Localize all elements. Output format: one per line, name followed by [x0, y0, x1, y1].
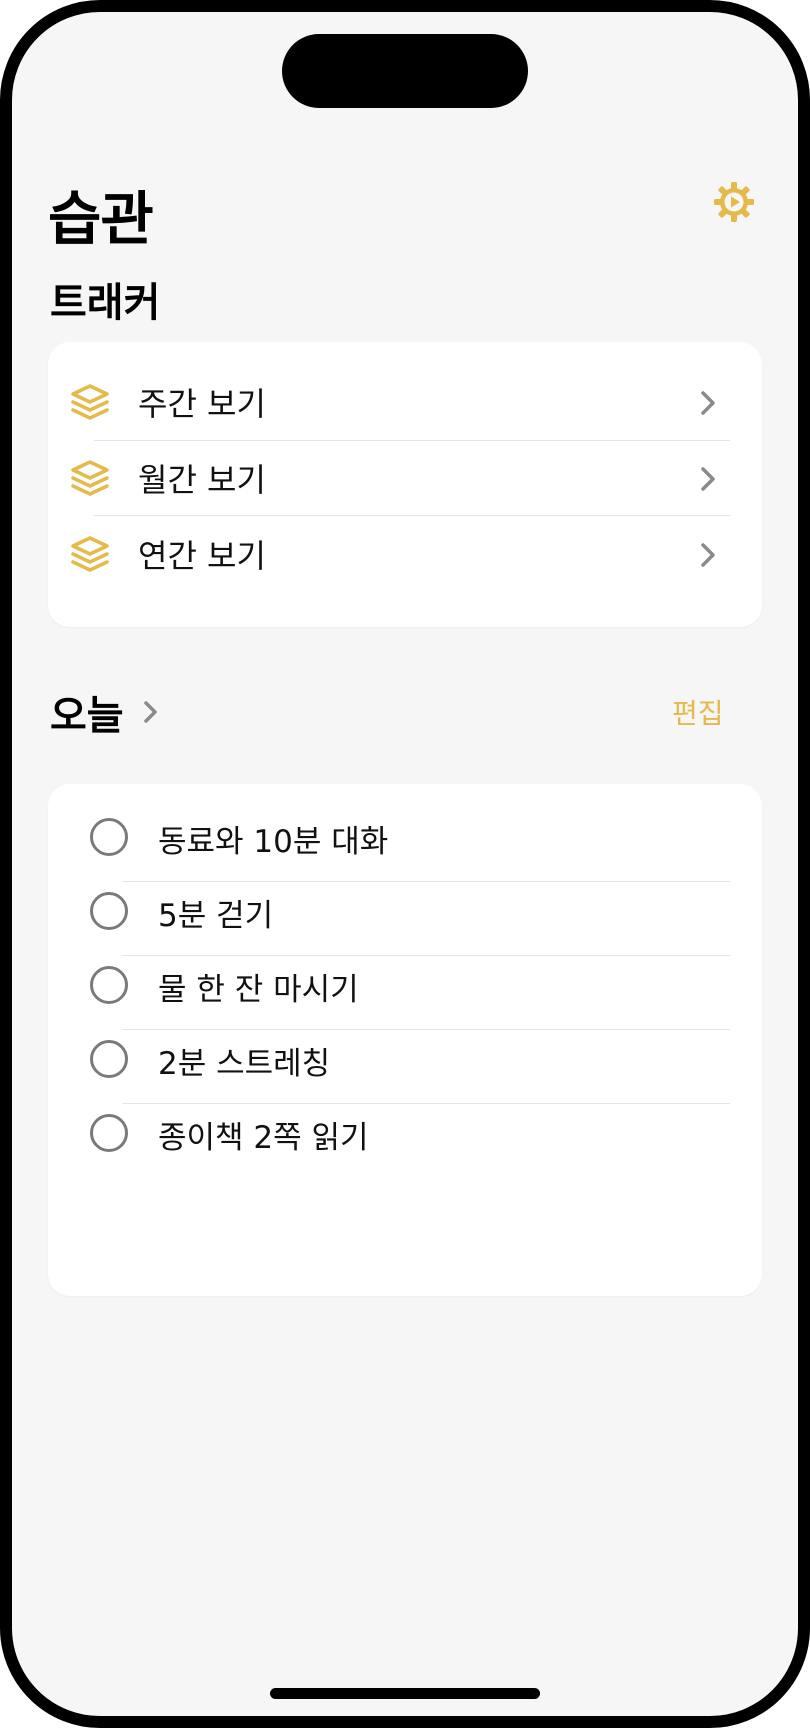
tracker-card: 주간 보기 월간 보기 연간 보기 — [48, 342, 762, 627]
habit-label: 종이책 2쪽 읽기 — [158, 1120, 369, 1156]
tracker-item-yearly[interactable]: 연간 보기 — [48, 516, 762, 591]
habit-label: 물 한 잔 마시기 — [158, 972, 359, 1008]
checkbox-circle-icon[interactable] — [90, 966, 128, 1004]
habit-label: 동료와 10분 대화 — [158, 824, 389, 860]
habit-item[interactable]: 5분 걷기 — [48, 874, 762, 948]
tracker-item-label: 주간 보기 — [138, 384, 266, 423]
stack-icon — [71, 384, 109, 420]
stack-icon — [71, 536, 109, 572]
today-section-header[interactable]: 오늘 — [50, 684, 160, 740]
gear-icon — [714, 182, 754, 222]
habit-label: 2분 스트레칭 — [158, 1046, 331, 1082]
checkbox-circle-icon[interactable] — [90, 818, 128, 856]
chevron-right-icon — [701, 543, 715, 567]
settings-button[interactable] — [710, 178, 758, 226]
habit-item[interactable]: 2분 스트레칭 — [48, 1022, 762, 1096]
habit-label: 5분 걷기 — [158, 898, 274, 934]
page-title: 습관 — [48, 185, 154, 253]
checkbox-circle-icon[interactable] — [90, 1114, 128, 1152]
phone-frame: 습관 트래커 주간 보기 월간 보기 연간 보기 오늘 편집 동료와 10분 대… — [0, 0, 810, 1728]
stack-icon — [71, 460, 109, 496]
checkbox-circle-icon[interactable] — [90, 892, 128, 930]
chevron-right-icon — [143, 701, 157, 723]
habit-list-card: 동료와 10분 대화 5분 걷기 물 한 잔 마시기 2분 스트레칭 종이책 2… — [48, 784, 762, 1296]
habit-item[interactable]: 동료와 10분 대화 — [48, 800, 762, 874]
habit-item[interactable]: 종이책 2쪽 읽기 — [48, 1096, 762, 1170]
checkbox-circle-icon[interactable] — [90, 1040, 128, 1078]
tracker-section-title: 트래커 — [50, 280, 161, 326]
chevron-right-icon — [701, 391, 715, 415]
dynamic-island — [282, 34, 528, 108]
tracker-item-label: 월간 보기 — [138, 460, 266, 499]
habit-item[interactable]: 물 한 잔 마시기 — [48, 948, 762, 1022]
edit-button[interactable]: 편집 — [672, 692, 724, 732]
tracker-item-label: 연간 보기 — [138, 536, 266, 575]
tracker-item-monthly[interactable]: 월간 보기 — [48, 440, 762, 515]
tracker-item-weekly[interactable]: 주간 보기 — [48, 364, 762, 439]
home-indicator[interactable] — [270, 1688, 540, 1699]
today-section-title: 오늘 — [50, 693, 124, 739]
chevron-right-icon — [701, 467, 715, 491]
